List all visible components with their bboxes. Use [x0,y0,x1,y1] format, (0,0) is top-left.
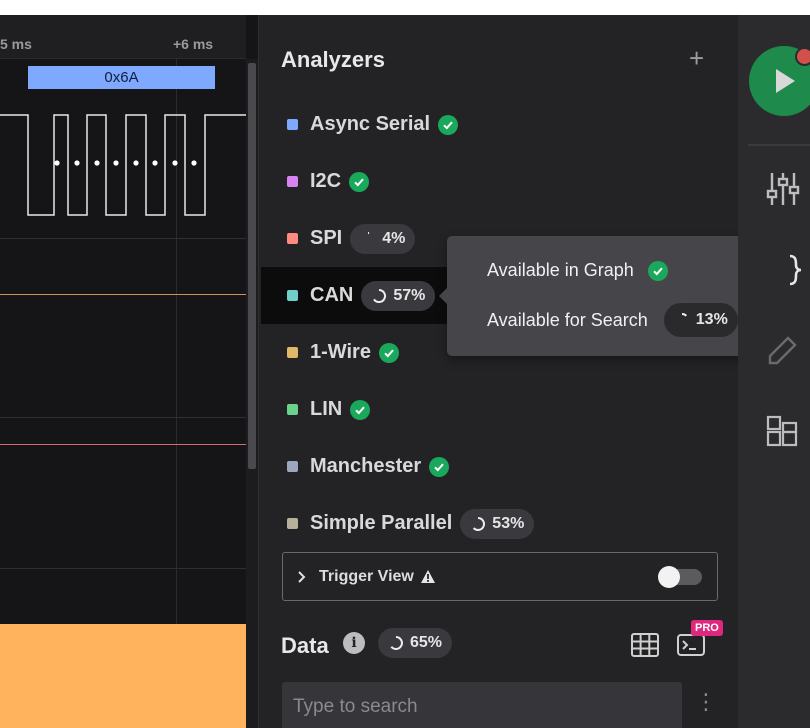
data-section-title: Data [281,633,329,658]
analyzer-label: Manchester [310,455,422,477]
progress-percent: 57% [393,286,426,304]
analyzer-color-swatch [287,404,298,415]
analyzer-row-async-serial[interactable]: Async Serial [261,96,739,153]
tooltip-search-percent: 13% [695,311,728,328]
toggle-knob [658,566,680,588]
analyzer-label: I2C [310,170,342,192]
analyzer-label: CAN [310,284,354,306]
analyzer-label: LIN [310,398,343,420]
analyzer-row-manchester[interactable]: Manchester [261,438,739,495]
spinner-icon [373,288,387,303]
progress-pill: 4% [350,223,416,254]
plus-icon: + [689,43,705,73]
analyzer-label: Simple Parallel [310,512,453,534]
data-progress-percent: 65% [410,634,443,651]
terminal-icon[interactable] [677,634,705,656]
code-icon[interactable] [786,253,806,287]
analyzers-title: Analyzers [281,47,385,72]
tooltip-graph-label: Available in Graph [487,260,634,280]
tooltip-progress-pill: 13% [663,303,738,337]
progress-percent: 53% [492,514,525,532]
trigger-view-toggle[interactable] [658,566,702,588]
protocol-frame-label[interactable]: 0x6A [28,66,215,89]
tooltip-search-row: Available for Search 13% [487,303,738,337]
analyzer-row-i2c[interactable]: I2C [261,153,739,210]
sliders-icon[interactable] [766,171,800,207]
channel-separator [0,568,246,569]
check-circle-icon [378,342,399,363]
time-ruler[interactable]: 5 ms +6 ms [0,15,246,59]
pro-badge: PRO [691,620,723,636]
analyzer-color-swatch [287,176,298,187]
analyzer-color-swatch [287,119,298,130]
tooltip-graph-row: Available in Graph [487,260,668,281]
can-channel-trace [0,294,246,295]
time-tick-left: 5 ms [0,36,32,52]
waveform-view[interactable]: 5 ms +6 ms 0x6A [0,15,258,728]
analyzer-row-simple-parallel[interactable]: Simple Parallel 53% [261,495,739,552]
more-options-icon[interactable]: ⋮ [695,691,717,713]
check-circle-icon [350,399,371,420]
time-tick-right: +6 ms [173,36,214,52]
channel-separator [0,238,246,239]
can-availability-tooltip: Available in Graph Available for Search … [439,236,788,356]
data-progress-pill: 65% [378,628,453,658]
table-icon[interactable] [631,633,659,657]
add-analyzer-button[interactable]: + [689,45,704,71]
analyzer-color-swatch [287,233,298,244]
toolbar-divider [748,144,810,146]
spinner-icon [681,312,687,317]
analyzer-color-swatch [287,347,298,358]
check-circle-icon [349,171,370,192]
waveform-scrollbar-thumb[interactable] [248,63,256,469]
analyzer-color-swatch [287,518,298,529]
pencil-icon[interactable] [766,333,800,367]
right-toolbar [738,15,810,728]
trigger-view-label: Trigger View [319,567,414,585]
analyzers-panel: Analyzers + Async Serial I2C SPI 4% CAN … [258,15,738,728]
check-circle-icon [438,114,459,135]
analyzer-label: SPI [310,227,343,249]
warning-icon [420,570,435,583]
tooltip-search-label: Available for Search [487,309,648,330]
spi-channel-trace [0,444,246,445]
chevron-right-icon [298,570,306,583]
recording-indicator [795,47,810,66]
channel-separator [0,417,246,418]
info-icon[interactable]: i [343,632,365,654]
progress-pill: 53% [460,508,535,539]
layout-icon[interactable] [766,415,800,447]
analyzer-row-lin[interactable]: LIN [261,381,739,438]
bottom-channel-block [0,624,246,728]
data-search-input[interactable] [282,682,682,728]
analyzer-label: 1-Wire [310,341,371,363]
spinner-icon [473,516,486,531]
spinner-icon [368,231,370,234]
analyzer-row-can[interactable]: CAN 57% [261,267,447,324]
progress-percent: 4% [382,229,406,247]
check-circle-icon [429,456,450,477]
spinner-icon [390,636,403,650]
analyzer-label: Async Serial [310,113,431,135]
analyzer-color-swatch [287,290,298,301]
trigger-view-section[interactable]: Trigger View [282,552,718,601]
digital-waveform [0,114,246,216]
analyzer-color-swatch [287,461,298,472]
progress-pill: 57% [361,280,436,311]
check-circle-icon [647,260,668,281]
